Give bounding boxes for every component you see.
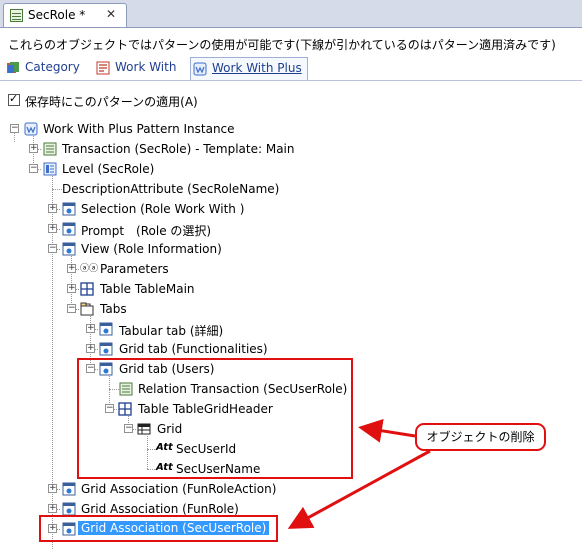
- work-with-plus-icon: [193, 62, 207, 76]
- expand-icon[interactable]: +: [48, 504, 57, 513]
- webform-icon: [99, 342, 113, 356]
- webform-icon: [62, 242, 76, 256]
- expand-icon[interactable]: +: [48, 204, 57, 213]
- pattern-description: これらのオブジェクトではパターンの使用が可能です(下線が引かれているのはパターン…: [8, 38, 556, 52]
- tree-node-label: Transaction (SecRole) - Template: Main: [62, 142, 295, 156]
- expand-icon[interactable]: +: [86, 324, 95, 333]
- highlight-box-grid-tab-users: [77, 358, 353, 479]
- document-tab-bar: SecRole * ✕: [0, 0, 582, 28]
- tree-node-label: Selection (Role Work With ): [81, 202, 245, 216]
- collapse-icon[interactable]: −: [29, 164, 38, 173]
- pattern-instance-tree[interactable]: − Work With Plus Pattern Instance + Tran…: [0, 116, 582, 555]
- expand-icon[interactable]: +: [67, 284, 76, 293]
- tabs-icon: [80, 302, 94, 316]
- tree-node-label: Tabular tab (詳細): [119, 324, 224, 338]
- tab-work-with-plus[interactable]: Work With Plus: [190, 57, 308, 80]
- tree-node-label: DescriptionAttribute (SecRoleName): [62, 182, 280, 196]
- expand-icon[interactable]: +: [48, 484, 57, 493]
- apply-on-save-label: 保存時にこのパターンの適用(A): [25, 95, 198, 109]
- document-tab-title: SecRole *: [28, 8, 86, 22]
- tree-node-label: Grid tab (Functionalities): [119, 342, 268, 356]
- tree-node-label: Parameters: [100, 262, 169, 276]
- webform-icon: [62, 502, 76, 516]
- webform-icon: [62, 222, 76, 236]
- tree-node-label: Level (SecRole): [62, 162, 155, 176]
- annotation-callout: オブジェクトの削除: [415, 423, 546, 451]
- webform-icon: [99, 322, 113, 336]
- expand-icon[interactable]: +: [29, 144, 38, 153]
- collapse-icon[interactable]: −: [10, 124, 19, 133]
- collapse-icon[interactable]: −: [48, 244, 57, 253]
- highlight-box-grid-association: [39, 515, 278, 542]
- tab-work-with[interactable]: Work With: [96, 57, 182, 79]
- tree-node-label: View (Role Information): [81, 242, 222, 256]
- tab-category[interactable]: Category: [6, 57, 82, 79]
- work-with-icon: [96, 61, 110, 75]
- expand-icon[interactable]: +: [86, 344, 95, 353]
- expand-icon[interactable]: +: [48, 224, 57, 233]
- tab-work-with-label: Work With: [115, 60, 177, 74]
- work-with-plus-instance-icon: [24, 122, 38, 136]
- close-icon[interactable]: ✕: [106, 7, 116, 21]
- category-icon: [7, 62, 19, 73]
- apply-on-save-checkbox[interactable]: [8, 92, 20, 106]
- document-tab-secrole[interactable]: SecRole * ✕: [3, 3, 127, 27]
- webform-icon: [62, 202, 76, 216]
- table-icon: [80, 282, 94, 296]
- tree-node-label: Tabs: [100, 302, 127, 316]
- collapse-icon[interactable]: −: [67, 304, 76, 313]
- tree-node-label: Work With Plus Pattern Instance: [43, 122, 235, 136]
- tree-node-label: Table TableMain: [100, 282, 195, 296]
- transaction-icon: [10, 9, 23, 22]
- tree-node-label: Grid Association (FunRoleAction): [81, 482, 277, 496]
- level-icon: [43, 162, 57, 176]
- parameters-icon: ⓐⓐ: [80, 264, 99, 274]
- webform-icon: [62, 482, 76, 496]
- tree-node-label: Grid Association (FunRole): [81, 502, 239, 516]
- tree-node-label: Prompt (Role の選択): [81, 224, 212, 238]
- tab-work-with-plus-label: Work With Plus: [212, 61, 302, 75]
- transaction-icon: [43, 142, 57, 156]
- pattern-tabs: Category Work With Work With Plus: [0, 56, 582, 81]
- expand-icon[interactable]: +: [67, 264, 76, 273]
- tab-category-label: Category: [25, 60, 80, 74]
